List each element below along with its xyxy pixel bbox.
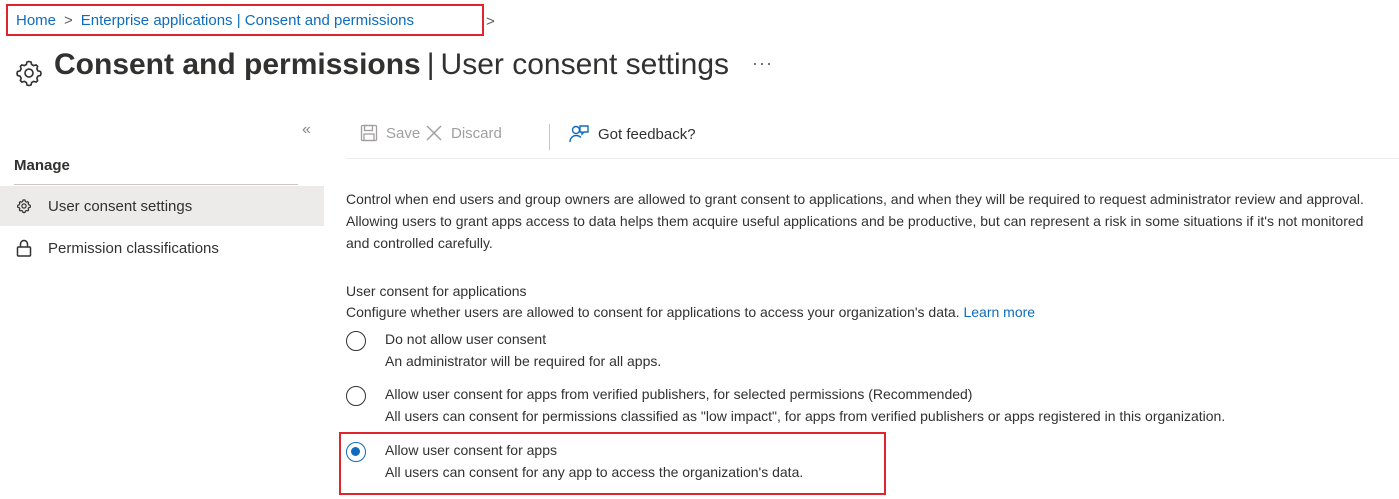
close-icon bbox=[425, 124, 443, 142]
gear-icon bbox=[14, 196, 34, 216]
sidebar-item-user-consent-settings[interactable]: User consent settings bbox=[0, 186, 324, 226]
radio-option-description: All users can consent for permissions cl… bbox=[385, 408, 1226, 424]
lock-icon bbox=[14, 238, 34, 258]
page-title-separator: | bbox=[426, 48, 435, 81]
collapse-sidebar-icon[interactable]: « bbox=[302, 121, 311, 139]
feedback-button[interactable]: Got feedback? bbox=[568, 124, 696, 144]
sidebar-heading: Manage bbox=[14, 157, 70, 174]
feedback-icon bbox=[568, 124, 590, 144]
sidebar-item-label: User consent settings bbox=[48, 197, 193, 215]
breadcrumb-parent-link[interactable]: Enterprise applications | Consent and pe… bbox=[81, 12, 414, 29]
page-title: Consent and permissions | User consent set… bbox=[54, 48, 729, 82]
radio-option-label: Do not allow user consent bbox=[385, 331, 547, 347]
section-description-text: Configure whether users are allowed to c… bbox=[346, 304, 960, 320]
radio-option-description: An administrator will be required for al… bbox=[385, 353, 662, 369]
discard-button[interactable]: Discard bbox=[425, 124, 502, 142]
page-title-subtitle: User consent settings bbox=[440, 48, 730, 81]
learn-more-link[interactable]: Learn more bbox=[963, 304, 1035, 320]
sidebar-divider bbox=[14, 184, 298, 185]
save-icon bbox=[360, 124, 378, 142]
sidebar-item-label: Permission classifications bbox=[48, 239, 219, 257]
highlight-box bbox=[339, 432, 886, 495]
radio-option-label: Allow user consent for apps from verifie… bbox=[385, 386, 973, 402]
intro-description: Control when end users and group owners … bbox=[346, 191, 1364, 251]
breadcrumb-separator: > bbox=[64, 11, 73, 29]
save-button[interactable]: Save bbox=[360, 124, 420, 142]
toolbar-divider-line bbox=[346, 158, 1399, 159]
toolbar-divider bbox=[549, 124, 550, 150]
save-button-label: Save bbox=[386, 124, 421, 142]
section-heading: User consent for applications bbox=[346, 283, 527, 299]
breadcrumb-home-link[interactable]: Home bbox=[16, 12, 56, 29]
page-title-bold: Consent and permissions bbox=[54, 48, 421, 81]
gear-icon bbox=[14, 58, 44, 88]
section-description: Configure whether users are allowed to c… bbox=[346, 304, 1035, 320]
more-options-icon[interactable]: ··· bbox=[752, 53, 773, 74]
radio-button[interactable] bbox=[346, 331, 366, 351]
feedback-button-label: Got feedback? bbox=[598, 125, 696, 143]
breadcrumb-trailing-separator: > bbox=[486, 13, 495, 30]
discard-button-label: Discard bbox=[451, 124, 502, 142]
sidebar-item-permission-classifications[interactable]: Permission classifications bbox=[0, 228, 324, 268]
radio-button[interactable] bbox=[346, 386, 366, 406]
breadcrumb: Home > Enterprise applications | Consent… bbox=[6, 4, 484, 36]
